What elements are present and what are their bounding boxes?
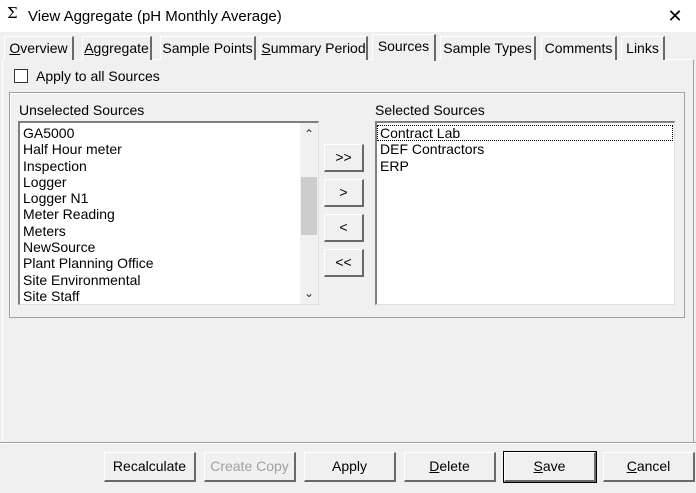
save-button[interactable]: Save <box>503 451 597 483</box>
unselected-list-item[interactable]: Plant Planning Office <box>20 255 302 271</box>
cancel-mnemonic: C <box>626 458 637 474</box>
selected-sources-list[interactable]: Contract Lab DEF Contractors ERP <box>375 121 675 305</box>
tab-comments[interactable]: Comments <box>541 36 617 60</box>
tab-sources-label: Sources <box>377 38 430 54</box>
unselected-sources-list[interactable]: GA5000 Half Hour meter Inspection Logger Log… <box>18 121 319 305</box>
tab-summary-period-mnemonic: S <box>261 40 271 56</box>
tab-sample-points[interactable]: Sample Points <box>160 36 256 60</box>
tab-sources[interactable]: Sources <box>372 34 436 61</box>
selected-list-item[interactable]: DEF Contractors <box>377 141 673 157</box>
delete-mnemonic: D <box>429 458 440 474</box>
tab-summary-period[interactable]: Summary Period <box>260 36 368 60</box>
cancel-label: ancel <box>636 458 671 474</box>
create-copy-button[interactable]: Create Copy <box>204 452 296 482</box>
tab-aggregate-mnemonic: A <box>84 40 94 56</box>
remove-button[interactable]: < <box>324 214 364 242</box>
add-all-button[interactable]: >> <box>324 144 364 172</box>
scroll-down-icon[interactable]: ⌄ <box>300 284 318 302</box>
selected-list-item[interactable]: ERP <box>377 158 673 174</box>
unselected-scrollbar[interactable]: ⌃ ⌄ <box>300 123 318 304</box>
cancel-button[interactable]: Cancel <box>603 452 695 482</box>
delete-button[interactable]: Delete <box>404 452 496 482</box>
close-icon: ✕ <box>667 6 683 26</box>
unselected-list-item[interactable]: Inspection <box>20 158 302 174</box>
bottom-separator <box>0 442 696 444</box>
title-bar: Σ View Aggregate (pH Monthly Average) ✕ <box>0 0 696 32</box>
unselected-list-item[interactable]: Meters <box>20 223 302 239</box>
remove-all-button[interactable]: << <box>324 249 364 277</box>
tab-overview-label: verview <box>20 40 68 56</box>
delete-label: elete <box>439 458 470 474</box>
add-button[interactable]: > <box>324 179 364 207</box>
save-label: ave <box>542 458 566 474</box>
apply-all-sources-label: Apply to all Sources <box>36 68 160 84</box>
scroll-up-icon[interactable]: ⌃ <box>300 125 318 143</box>
save-mnemonic: S <box>533 458 543 474</box>
selected-list-item[interactable]: Contract Lab <box>377 125 673 142</box>
apply-all-sources-checkbox[interactable] <box>14 69 28 83</box>
unselected-list-item[interactable]: Site Staff <box>20 288 302 304</box>
tab-sample-points-label: Sample Points <box>162 40 253 56</box>
unselected-list-item[interactable]: GA5000 <box>20 125 302 141</box>
tab-sample-types[interactable]: Sample Types <box>440 36 536 60</box>
tab-overview[interactable]: Overview <box>4 36 74 60</box>
unselected-list-item[interactable]: Meter Reading <box>20 206 302 222</box>
tab-aggregate-label: ggregate <box>93 40 149 56</box>
tab-overview-mnemonic: O <box>9 40 21 56</box>
tab-comments-label: Comments <box>544 40 613 56</box>
tab-links-label: Links <box>626 40 659 56</box>
tab-links[interactable]: Links <box>621 36 665 60</box>
apply-button[interactable]: Apply <box>304 452 396 482</box>
tab-strip: Overview Aggregate Sample Points Summary… <box>4 34 694 61</box>
selected-sources-label: Selected Sources <box>375 102 485 118</box>
tab-sample-types-label: Sample Types <box>443 40 532 56</box>
unselected-list-item[interactable]: Logger <box>20 174 302 190</box>
unselected-list-item[interactable]: Logger N1 <box>20 190 302 206</box>
scroll-thumb[interactable] <box>301 177 317 235</box>
sigma-icon: Σ <box>7 4 18 22</box>
tab-summary-period-label: ummary Period <box>270 40 366 56</box>
unselected-list-item[interactable]: Site Environmental <box>20 272 302 288</box>
recalculate-button[interactable]: Recalculate <box>104 452 196 482</box>
tab-aggregate[interactable]: Aggregate <box>82 36 152 60</box>
unselected-sources-label: Unselected Sources <box>19 102 145 118</box>
unselected-list-item[interactable]: NewSource <box>20 239 302 255</box>
window-title: View Aggregate (pH Monthly Average) <box>28 8 282 25</box>
close-button[interactable]: ✕ <box>660 4 690 28</box>
unselected-list-item[interactable]: Half Hour meter <box>20 141 302 157</box>
